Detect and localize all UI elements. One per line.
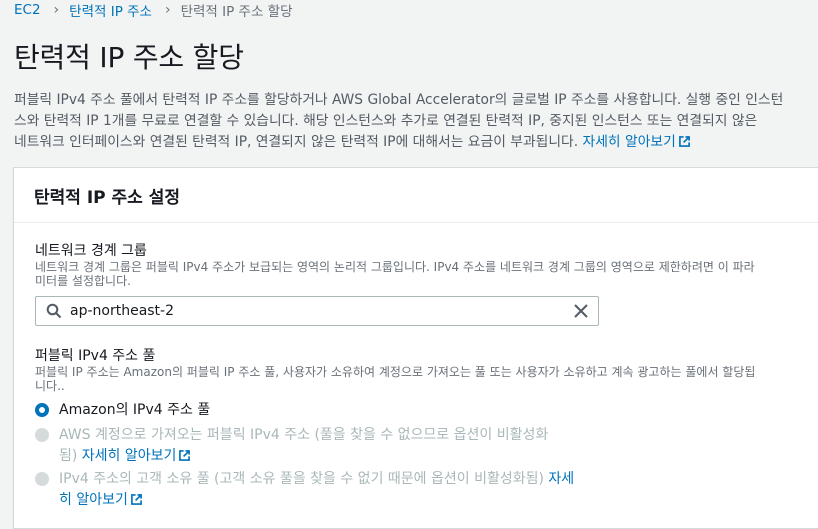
search-icon xyxy=(46,303,62,319)
radio-label: Amazon의 IPv4 주소 풀 xyxy=(59,402,211,418)
elastic-ip-settings-panel: 탄력적 IP 주소 설정 네트워크 경계 그룹 네트워크 경계 그룹은 퍼블릭 … xyxy=(13,167,818,529)
learn-more-link-part[interactable]: 자세 xyxy=(548,471,574,487)
radio-button-disabled xyxy=(35,472,49,486)
external-link-icon xyxy=(130,494,142,505)
external-link-icon xyxy=(179,450,191,461)
radio-button-checked[interactable] xyxy=(35,403,49,417)
breadcrumb-current: 탄력적 IP 주소 할당 xyxy=(180,4,293,20)
external-link-icon xyxy=(678,136,690,147)
chevron-right-icon: › xyxy=(53,2,60,18)
page-description-line: 퍼블릭 IPv4 주소 풀에서 탄력적 IP 주소를 할당하거나 AWS Glo… xyxy=(14,92,784,108)
radio-label: IPv4 주소의 고객 소유 풀 (고객 소유 풀을 찾을 수 없기 때문에 옵… xyxy=(59,469,574,511)
radio-button-disabled xyxy=(35,428,49,442)
network-border-group-search[interactable] xyxy=(35,296,599,326)
page-description-text: 네트워크 인터페이스와 연결된 탄력적 IP, 연결되지 않은 탄력적 IP에 … xyxy=(14,134,579,150)
ipv4-pool-description: 퍼블릭 IP 주소는 Amazon의 퍼블릭 IP 주소 풀, 사용자가 소유하… xyxy=(35,365,795,393)
description-line: 미터를 설정합니다. xyxy=(35,274,131,288)
radio-label-text: 됨) xyxy=(59,448,78,464)
panel-title: 탄력적 IP 주소 설정 xyxy=(14,168,818,223)
chevron-right-icon: › xyxy=(164,2,171,18)
ipv4-pool-label: 퍼블릭 IPv4 주소 풀 xyxy=(35,348,156,364)
learn-more-link[interactable]: 히 알아보기 xyxy=(59,492,142,508)
breadcrumb-ec2-link[interactable]: EC2 xyxy=(14,2,41,18)
learn-more-link[interactable]: 자세히 알아보기 xyxy=(82,448,191,464)
description-line: 네트워크 경계 그룹은 퍼블릭 IPv4 주소가 보급되는 영역의 논리적 그룹… xyxy=(35,260,755,274)
page-description-line: 네트워크 인터페이스와 연결된 탄력적 IP, 연결되지 않은 탄력적 IP에 … xyxy=(14,132,810,153)
description-line: 니다.. xyxy=(35,379,65,393)
breadcrumb-elastic-ip-link[interactable]: 탄력적 IP 주소 xyxy=(69,0,152,20)
radio-amazon-pool[interactable]: Amazon의 IPv4 주소 풀 xyxy=(35,400,210,421)
page-description: 퍼블릭 IPv4 주소 풀에서 탄력적 IP 주소를 할당하거나 AWS Glo… xyxy=(14,90,810,153)
learn-more-link[interactable]: 자세히 알아보기 xyxy=(583,134,690,150)
page-description-line: 스와 탄력적 IP 1개를 무료로 연결할 수 있습니다. 해당 인스턴스와 추… xyxy=(14,113,758,129)
radio-label-line: 히 알아보기 xyxy=(59,490,574,511)
radio-label-line: 됨) 자세히 알아보기 xyxy=(59,446,548,467)
network-border-group-input[interactable] xyxy=(70,301,550,321)
radio-customer-owned-pool: IPv4 주소의 고객 소유 풀 (고객 소유 풀을 찾을 수 없기 때문에 옵… xyxy=(35,469,574,511)
radio-label-line: AWS 계정으로 가져오는 퍼블릭 IPv4 주소 (풀을 찾을 수 없으므로 … xyxy=(59,427,549,443)
description-line: 퍼블릭 IP 주소는 Amazon의 퍼블릭 IP 주소 풀, 사용자가 소유하… xyxy=(35,365,756,379)
radio-label: AWS 계정으로 가져오는 퍼블릭 IPv4 주소 (풀을 찾을 수 없으므로 … xyxy=(59,425,548,467)
radio-label-text: IPv4 주소의 고객 소유 풀 (고객 소유 풀을 찾을 수 없기 때문에 옵… xyxy=(59,471,544,487)
radio-label-line: IPv4 주소의 고객 소유 풀 (고객 소유 풀을 찾을 수 없기 때문에 옵… xyxy=(59,469,574,490)
close-icon[interactable] xyxy=(574,304,588,318)
network-border-group-description: 네트워크 경계 그룹은 퍼블릭 IPv4 주소가 보급되는 영역의 논리적 그룹… xyxy=(35,260,795,288)
page-title: 탄력적 IP 주소 할당 xyxy=(14,41,244,74)
network-border-group-label: 네트워크 경계 그룹 xyxy=(35,243,147,259)
radio-byoip-pool: AWS 계정으로 가져오는 퍼블릭 IPv4 주소 (풀을 찾을 수 없으므로 … xyxy=(35,425,548,467)
breadcrumb: EC2 › 탄력적 IP 주소 › 탄력적 IP 주소 할당 xyxy=(14,0,293,20)
